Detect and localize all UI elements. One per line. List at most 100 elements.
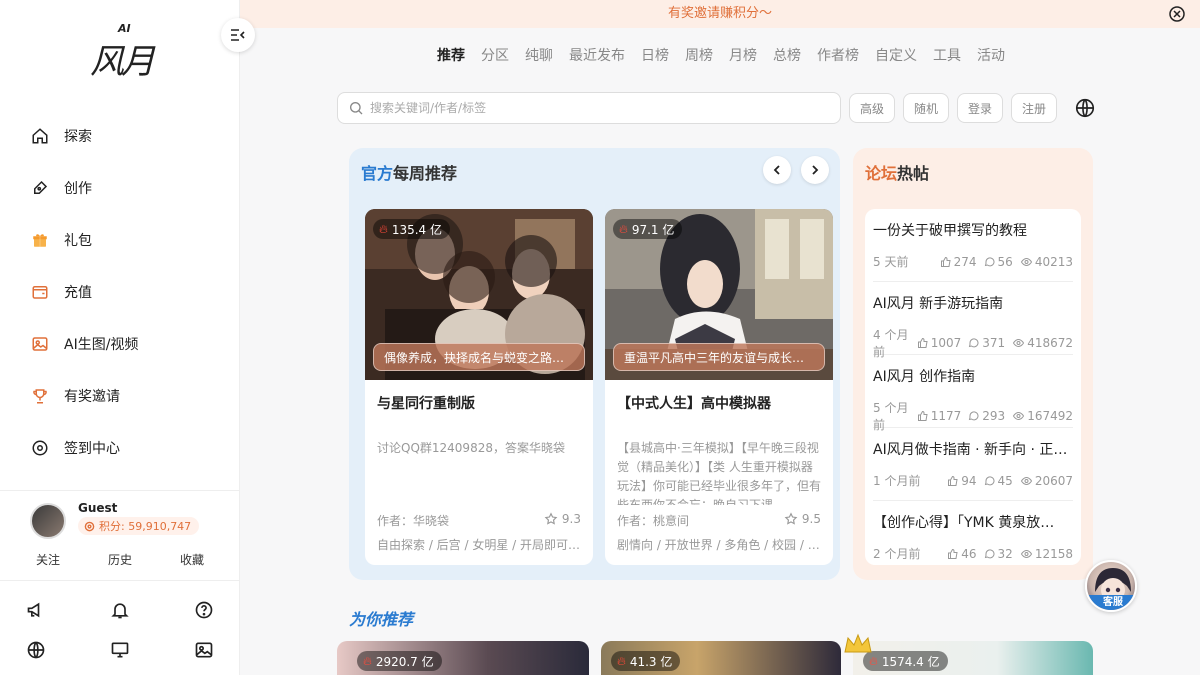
post-comments: 32: [984, 545, 1013, 562]
user-links: 关注 历史 收藏: [0, 551, 239, 568]
sidebar-item-ai-image[interactable]: AI生图/视频: [0, 318, 239, 370]
card-title: 【中式人生】高中模拟器: [617, 396, 771, 412]
post-time: 2 个月前: [873, 547, 921, 561]
flame-icon: 🔥︎: [619, 221, 628, 236]
post-meta: 2 个月前 46 32 12158: [873, 545, 1073, 562]
tab-recommend[interactable]: 推荐: [437, 46, 465, 66]
post-views: 40213: [1020, 253, 1073, 270]
recommend-card[interactable]: 🔥︎ 1574.4 亿: [853, 641, 1093, 675]
tab-authors[interactable]: 作者榜: [817, 46, 859, 66]
story-card[interactable]: 🔥︎ 135.4 亿 偶像养成，抉择成名与蜕变之路… 与星同行重制版 讨论QQ群1…: [365, 209, 593, 565]
sidebar-item-create[interactable]: 创作: [0, 162, 239, 214]
sidebar-item-explore[interactable]: 探索: [0, 110, 239, 162]
forum-post-list: 一份关于破甲撰写的教程 5 天前 274 56 40213 AI风月 新手游玩指…: [865, 209, 1081, 565]
views-count: 40213: [1034, 254, 1073, 269]
forum-post[interactable]: AI风月 新手游玩指南 4 个月前 1007 371 418672: [873, 282, 1073, 359]
forum-post[interactable]: 【创作心得】「YMK 黄泉放… 2 个月前 46 32 12158: [873, 501, 1073, 574]
weekly-title-rest: 每周推荐: [393, 164, 458, 183]
sidebar-item-label: 礼包: [64, 233, 92, 249]
login-button[interactable]: 登录: [957, 93, 1003, 123]
forum-title: 论坛热帖: [865, 160, 929, 184]
tab-custom[interactable]: 自定义: [875, 46, 917, 66]
eye-icon: [1020, 476, 1032, 485]
heat-value: 1574.4 亿: [881, 654, 940, 669]
register-button[interactable]: 注册: [1011, 93, 1057, 123]
search-bar: [337, 92, 841, 124]
user-name: Guest: [78, 501, 118, 515]
heat-badge: 🔥︎ 97.1 亿: [613, 219, 683, 239]
search-input[interactable]: [370, 101, 810, 115]
forum-post[interactable]: AI风月 创作指南 5 个月前 1177 293 167492: [873, 355, 1073, 432]
monitor-icon[interactable]: [108, 638, 132, 662]
gallery-icon[interactable]: [192, 638, 216, 662]
category-tabs: 推荐 分区 纯聊 最近发布 日榜 周榜 月榜 总榜 作者榜 自定义 工具 活动: [437, 46, 1021, 66]
forum-title-b: 热帖: [897, 164, 930, 183]
tab-daily[interactable]: 日榜: [641, 46, 669, 66]
heat-value: 135.4 亿: [391, 222, 442, 237]
post-meta: 5 天前 274 56 40213: [873, 253, 1073, 270]
megaphone-icon[interactable]: [24, 598, 48, 622]
heat-badge: 🔥︎ 2920.7 亿: [357, 651, 442, 671]
close-icon[interactable]: [1169, 6, 1185, 22]
prev-button[interactable]: [763, 156, 791, 184]
story-card[interactable]: 🔥︎ 97.1 亿 重温平凡高中三年的友谊与成长… 【中式人生】高中模拟器 【县城…: [605, 209, 833, 565]
sidebar-item-label: AI生图/视频: [64, 337, 139, 353]
advanced-search-button[interactable]: 高级: [849, 93, 895, 123]
weekly-recommend-panel: 官方每周推荐 🔥︎ 135.4 亿 偶像养成，抉择成名与蜕变之路… 与星同行重制版…: [349, 148, 840, 580]
card-caption: 重温平凡高中三年的友谊与成长…: [613, 343, 825, 371]
tab-events[interactable]: 活动: [977, 46, 1005, 66]
sidebar-collapse-button[interactable]: [221, 18, 255, 52]
views-count: 418672: [1027, 336, 1073, 350]
avatar[interactable]: [30, 503, 66, 539]
help-icon[interactable]: [192, 598, 216, 622]
image-icon: [30, 334, 50, 354]
card-rating: 9.5: [784, 512, 821, 526]
random-button[interactable]: 随机: [903, 93, 949, 123]
site-logo[interactable]: AI 风月: [88, 22, 155, 82]
card-rating: 9.3: [544, 512, 581, 526]
target-icon: [30, 438, 50, 458]
next-button[interactable]: [801, 156, 829, 184]
follow-link[interactable]: 关注: [12, 551, 84, 568]
customer-service-button[interactable]: 客服: [1085, 560, 1137, 612]
sidebar-item-recharge[interactable]: 充值: [0, 266, 239, 318]
sidebar-item-checkin[interactable]: 签到中心: [0, 422, 239, 474]
chevron-right-icon: [812, 165, 819, 175]
comments-count: 56: [997, 254, 1013, 269]
star-icon: [784, 512, 798, 525]
collapse-menu-icon: [231, 29, 245, 41]
sidebar-item-invite[interactable]: 有奖邀请: [0, 370, 239, 422]
likes-count: 274: [953, 254, 977, 269]
history-link[interactable]: 历史: [84, 551, 156, 568]
recommend-card[interactable]: 🔥︎ 41.3 亿: [601, 641, 841, 675]
star-icon: [544, 512, 558, 525]
bell-icon[interactable]: [108, 598, 132, 622]
post-title: AI风月做卡指南 · 新手向 · 正…: [873, 442, 1068, 458]
pen-icon: [30, 178, 50, 198]
sidebar: AI 风月 探索 创作 礼包 充值 AI生图/视频 有奖邀请 签到中心 Gues…: [0, 0, 240, 675]
globe-icon[interactable]: [24, 638, 48, 662]
tab-sections[interactable]: 分区: [481, 46, 509, 66]
forum-post[interactable]: AI风月做卡指南 · 新手向 · 正… 1 个月前 94 45 20607: [873, 428, 1073, 501]
tab-all-time[interactable]: 总榜: [773, 46, 801, 66]
tab-monthly[interactable]: 月榜: [729, 46, 757, 66]
language-globe-icon[interactable]: [1074, 97, 1096, 119]
views-count: 12158: [1034, 546, 1073, 561]
eye-icon: [1020, 257, 1032, 266]
tab-pure-chat[interactable]: 纯聊: [525, 46, 553, 66]
comment-icon: [969, 411, 979, 421]
service-label: 客服: [1087, 595, 1135, 610]
tab-weekly[interactable]: 周榜: [685, 46, 713, 66]
logo-brand-text: 风月: [90, 42, 155, 82]
favorites-link[interactable]: 收藏: [156, 551, 228, 568]
search-icon: [350, 102, 363, 115]
forum-post[interactable]: 一份关于破甲撰写的教程 5 天前 274 56 40213: [873, 209, 1073, 282]
promo-banner[interactable]: 有奖邀请赚积分～: [240, 0, 1200, 28]
tab-tools[interactable]: 工具: [933, 46, 961, 66]
comments-count: 32: [997, 546, 1013, 561]
tab-recent[interactable]: 最近发布: [569, 46, 625, 66]
user-panel: Guest 积分: 59,910,747 关注 历史 收藏: [0, 490, 239, 580]
recommend-card[interactable]: 🔥︎ 2920.7 亿: [337, 641, 589, 675]
sidebar-item-gift[interactable]: 礼包: [0, 214, 239, 266]
points-text: 积分: 59,910,747: [99, 520, 192, 533]
